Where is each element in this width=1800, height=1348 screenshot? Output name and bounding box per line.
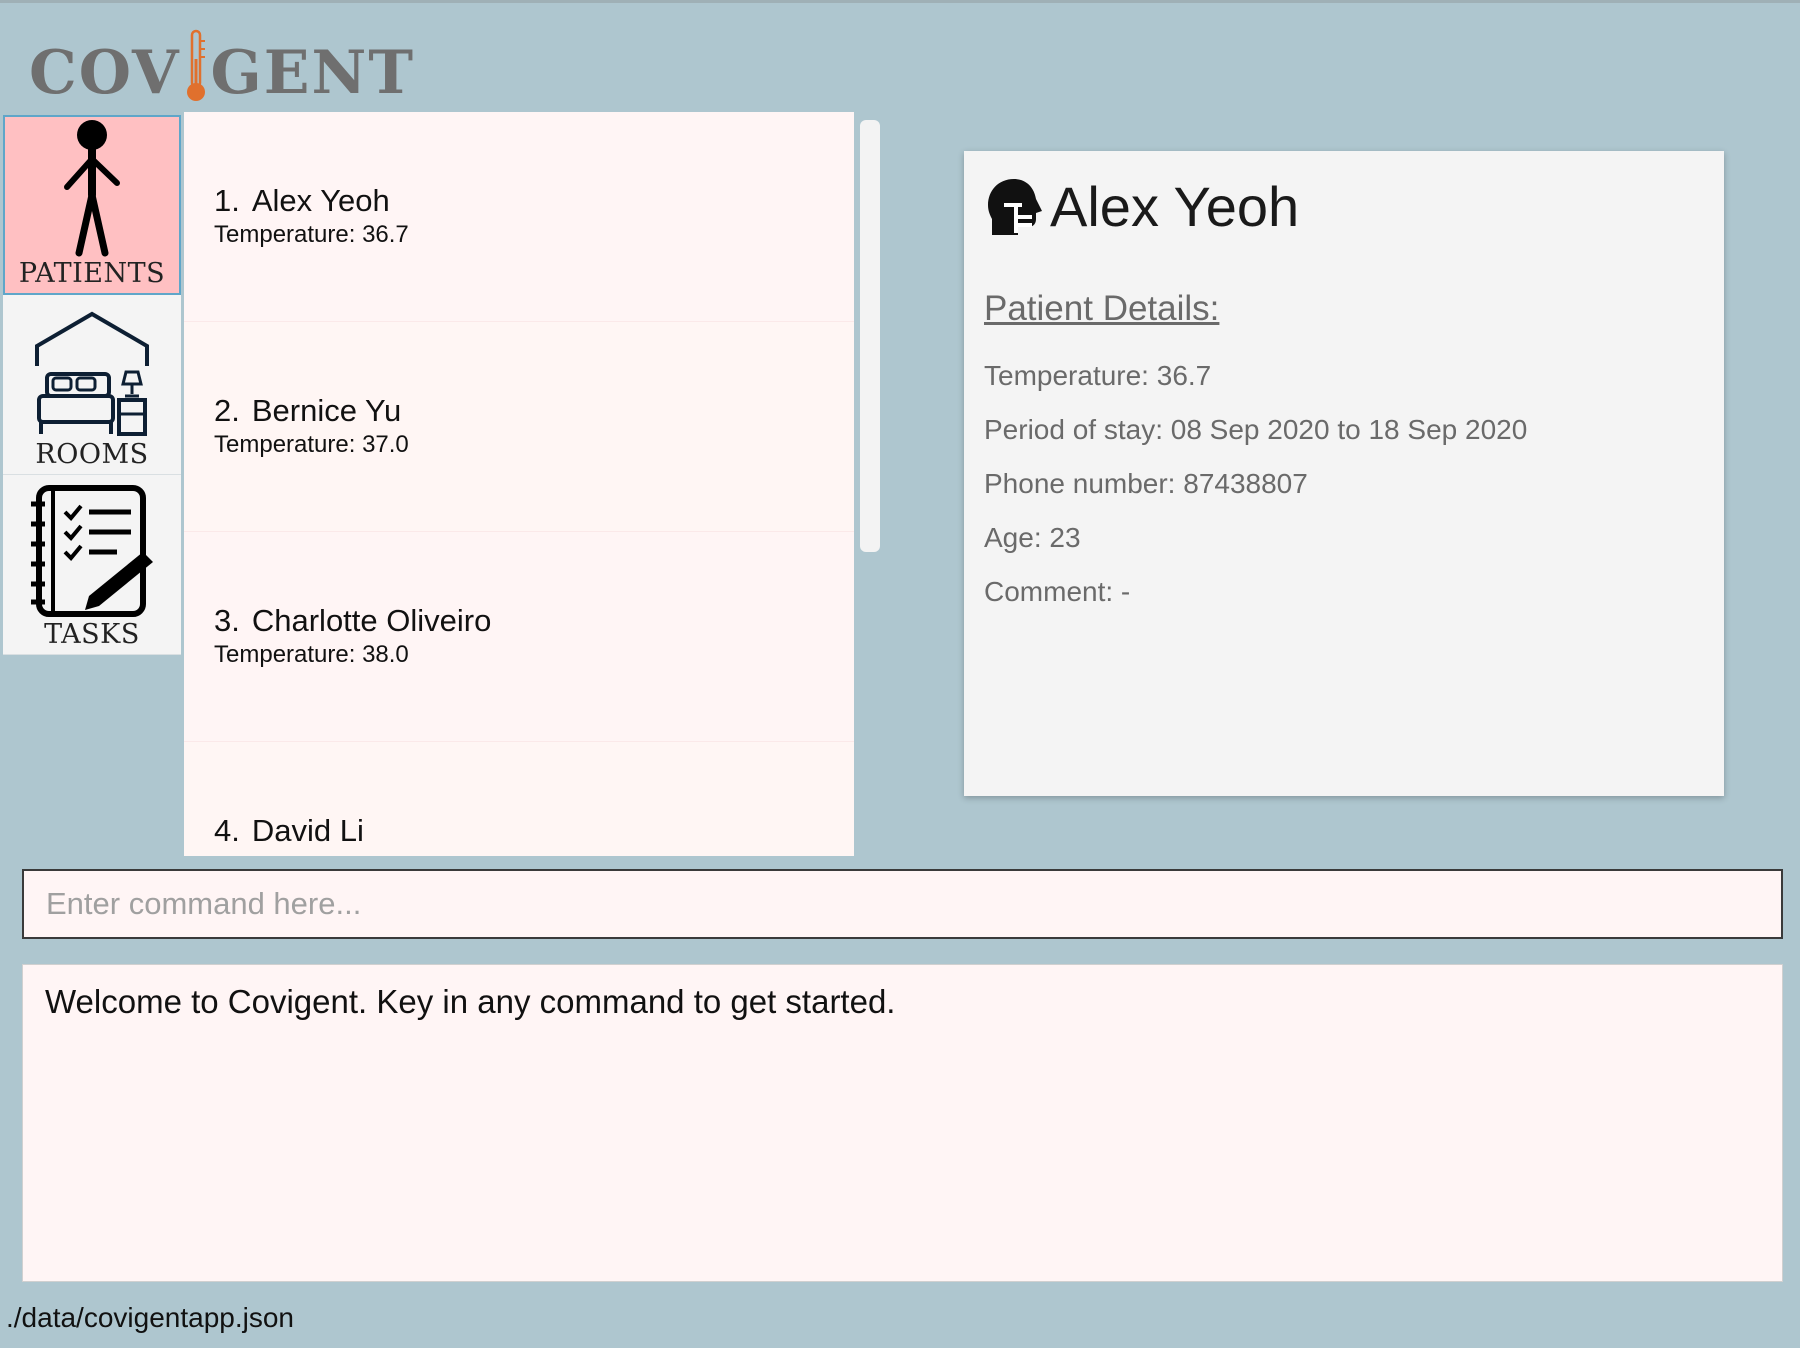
app-window: COV GENT PATIENTS ROOMS TASKS 1. Alex Ye…: [0, 0, 1800, 1348]
logo-text-right: GENT: [210, 38, 415, 108]
patient-head-icon: [988, 179, 1042, 235]
patient-index: 2.: [214, 393, 240, 428]
sidebar: PATIENTS ROOMS TASKS: [3, 115, 181, 655]
patient-temperature: Temperature: 37.0: [214, 431, 409, 458]
patient-name-line: 4. David Li: [214, 812, 854, 850]
result-message: Welcome to Covigent. Key in any command …: [45, 983, 896, 1020]
patient-temperature: Temperature: 36.7: [214, 221, 409, 248]
person-icon: [64, 120, 120, 257]
detail-temperature: Temperature: 36.7: [984, 360, 1212, 391]
result-display[interactable]: Welcome to Covigent. Key in any command …: [22, 964, 1783, 1282]
detail-section-title: Patient Details:: [984, 289, 1220, 328]
list-item[interactable]: 1. Alex Yeoh Temperature: 36.7: [184, 112, 854, 322]
patient-detail-card: Alex Yeoh Patient Details: Temperature: …: [964, 151, 1724, 796]
app-logo: COV GENT: [29, 19, 415, 103]
command-box[interactable]: [22, 869, 1783, 939]
patient-index: 3.: [214, 603, 240, 638]
patient-name: Bernice Yu: [251, 393, 402, 428]
patient-index: 4.: [214, 813, 240, 848]
list-item[interactable]: 4. David Li: [184, 742, 854, 856]
patient-temperature: Temperature: 38.0: [214, 641, 409, 668]
detail-age: Age: 23: [984, 522, 1081, 553]
detail-phone-number: Phone number: 87438807: [984, 468, 1308, 499]
patient-name: Charlotte Oliveiro: [251, 603, 492, 638]
bed-room-icon: [35, 311, 149, 436]
detail-period-of-stay: Period of stay: 08 Sep 2020 to 18 Sep 20…: [984, 414, 1528, 445]
sidebar-item-tasks[interactable]: TASKS: [3, 475, 181, 655]
detail-comment: Comment: -: [984, 576, 1131, 607]
patient-name-line: 3. Charlotte Oliveiro: [214, 602, 854, 640]
list-item[interactable]: 2. Bernice Yu Temperature: 37.0: [184, 322, 854, 532]
patient-index: 1.: [214, 183, 240, 218]
logo-text-left: COV: [29, 38, 181, 108]
checklist-icon: [31, 485, 153, 617]
patient-name-line: 2. Bernice Yu: [214, 392, 854, 430]
detail-fields: Temperature: 36.7 Period of stay: 08 Sep…: [984, 349, 1704, 619]
patient-name: David Li: [251, 813, 364, 848]
patient-list[interactable]: 1. Alex Yeoh Temperature: 36.7 2. Bernice …: [184, 112, 854, 856]
detail-patient-name: Alex Yeoh: [1050, 175, 1300, 238]
sidebar-item-label: ROOMS: [35, 439, 149, 470]
sidebar-item-label: PATIENTS: [18, 258, 166, 289]
scrollbar-thumb[interactable]: [860, 120, 880, 552]
detail-header: Alex Yeoh: [984, 175, 1704, 239]
sidebar-item-label: TASKS: [44, 619, 140, 650]
patient-name-line: 1. Alex Yeoh: [214, 182, 854, 220]
command-input[interactable]: [46, 886, 1781, 922]
sidebar-item-patients[interactable]: PATIENTS: [3, 115, 181, 295]
sidebar-item-rooms[interactable]: ROOMS: [3, 295, 181, 475]
status-bar-file-path: ./data/covigentapp.json: [6, 1302, 294, 1333]
list-item[interactable]: 3. Charlotte Oliveiro Temperature: 38.0: [184, 532, 854, 742]
thermometer-icon: [186, 29, 205, 101]
patient-name: Alex Yeoh: [251, 183, 390, 218]
